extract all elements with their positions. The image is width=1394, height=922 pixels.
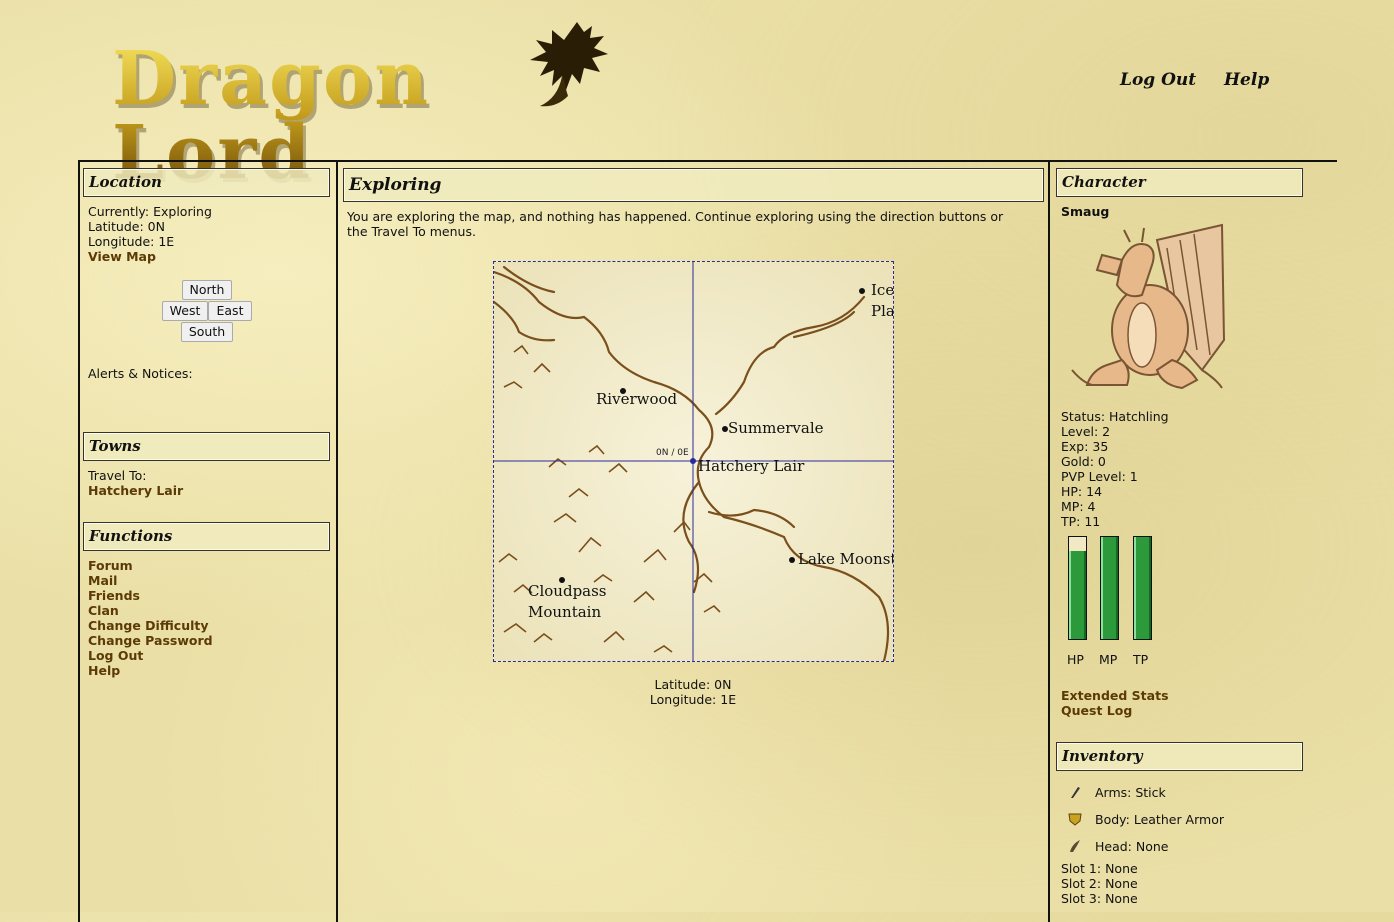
clan-link[interactable]: Clan [88, 603, 213, 618]
level-text: Level: 2 [1061, 424, 1111, 439]
pvp-level-text: PVP Level: 1 [1061, 469, 1138, 484]
character-panel-header: Character [1056, 168, 1303, 197]
tp-bar-label: TP [1133, 652, 1149, 667]
armor-icon [1068, 813, 1082, 826]
map-latitude: Latitude: 0N [654, 677, 732, 692]
location-longitude: Longitude: 1E [88, 234, 175, 249]
right-column-divider [1048, 162, 1050, 922]
hp-text: HP: 14 [1061, 484, 1103, 499]
inventory-slot-3: Slot 3: None [1061, 891, 1138, 906]
map-label-pla: Pla [871, 302, 894, 320]
map-longitude: Longitude: 1E [649, 692, 737, 707]
character-links: Extended Stats Quest Log [1061, 688, 1169, 718]
towns-info: Travel To: Hatchery Lair [88, 468, 183, 498]
inventory-panel-header: Inventory [1056, 742, 1303, 771]
location-title: Location [89, 173, 162, 191]
location-currently: Currently: Exploring [88, 204, 212, 219]
town-link-hatchery-lair[interactable]: Hatchery Lair [88, 483, 183, 498]
gold-text: Gold: 0 [1061, 454, 1106, 469]
hp-bar-track [1068, 536, 1087, 640]
functions-list: Forum Mail Friends Clan Change Difficult… [88, 558, 213, 678]
map-crosshair-label: 0N / 0E [656, 448, 689, 458]
mp-bar-track [1100, 536, 1119, 640]
exploring-title: Exploring [349, 175, 442, 195]
exploring-panel-header: Exploring [343, 168, 1044, 202]
quest-log-link[interactable]: Quest Log [1061, 703, 1169, 718]
forum-link[interactable]: Forum [88, 558, 213, 573]
towns-title: Towns [89, 437, 141, 455]
alerts-label: Alerts & Notices: [88, 366, 193, 381]
tp-text: TP: 11 [1061, 514, 1101, 529]
east-button[interactable]: East [208, 301, 252, 321]
inventory-arms: Arms: Stick [1095, 785, 1166, 800]
character-title: Character [1062, 173, 1146, 191]
left-column-divider [336, 162, 338, 922]
hp-bar-label: HP [1067, 652, 1084, 667]
status-text: Status: Hatchling [1061, 409, 1169, 424]
inventory-slot-1: Slot 1: None [1061, 861, 1138, 876]
location-latitude: Latitude: 0N [88, 219, 165, 234]
friends-link[interactable]: Friends [88, 588, 213, 603]
map-label-mountain: Mountain [528, 603, 602, 621]
inventory-slot-2: Slot 2: None [1061, 876, 1138, 891]
tp-bar-track [1133, 536, 1152, 640]
view-map-link[interactable]: View Map [88, 249, 212, 264]
help-function-link[interactable]: Help [88, 663, 213, 678]
map-label-cloudpass: Cloudpass [528, 582, 607, 600]
head-slot-icon [1070, 840, 1080, 852]
tp-bar-fill [1134, 537, 1151, 639]
mp-bar-fill [1101, 537, 1118, 639]
change-password-link[interactable]: Change Password [88, 633, 213, 648]
travel-to-label: Travel To: [88, 468, 147, 483]
location-info: Currently: Exploring Latitude: 0N Longit… [88, 204, 212, 264]
logout-function-link[interactable]: Log Out [88, 648, 213, 663]
west-button[interactable]: West [162, 301, 208, 321]
inventory-head: Head: None [1095, 839, 1169, 854]
exp-text: Exp: 35 [1061, 439, 1109, 454]
dragon-lord-logo: Dragon Lord Dragon Lord [112, 20, 612, 194]
north-button[interactable]: North [182, 280, 232, 300]
inventory-title: Inventory [1062, 747, 1143, 765]
mp-text: MP: 4 [1061, 499, 1096, 514]
world-map[interactable]: Riverwood Summervale Hatchery Lair Cloud… [493, 261, 894, 662]
extended-stats-link[interactable]: Extended Stats [1061, 688, 1169, 703]
header-divider [78, 160, 1337, 162]
character-name: Smaug [1061, 204, 1110, 219]
dragon-portrait [1071, 223, 1226, 390]
logout-link[interactable]: Log Out [1120, 70, 1196, 90]
map-label-ice: Ice [871, 281, 894, 299]
help-link[interactable]: Help [1224, 70, 1269, 90]
inventory-body: Body: Leather Armor [1095, 812, 1224, 827]
inventory-slots: Slot 1: None Slot 2: None Slot 3: None [1061, 861, 1138, 906]
left-border [78, 162, 80, 922]
character-stats: Status: Hatchling Level: 2 Exp: 35 Gold:… [1061, 409, 1169, 529]
mp-bar-label: MP [1099, 652, 1118, 667]
towns-panel-header: Towns [83, 432, 330, 461]
map-label-summervale: Summervale [728, 419, 824, 437]
hp-bar-fill [1069, 551, 1086, 639]
map-label-lake-moonst: Lake Moonst [798, 550, 894, 568]
change-difficulty-link[interactable]: Change Difficulty [88, 618, 213, 633]
stick-icon [1071, 787, 1080, 798]
functions-panel-header: Functions [83, 522, 330, 551]
map-terrain [494, 262, 893, 661]
location-panel-header: Location [83, 168, 330, 197]
map-coords: Latitude: 0N Longitude: 1E [593, 677, 793, 707]
south-button[interactable]: South [181, 322, 233, 342]
exploring-message: You are exploring the map, and nothing h… [347, 209, 1004, 239]
mail-link[interactable]: Mail [88, 573, 213, 588]
functions-title: Functions [89, 527, 173, 545]
dragon-silhouette-icon [530, 22, 608, 107]
map-label-riverwood: Riverwood [596, 390, 678, 408]
map-label-hatchery-lair: Hatchery Lair [698, 457, 805, 475]
